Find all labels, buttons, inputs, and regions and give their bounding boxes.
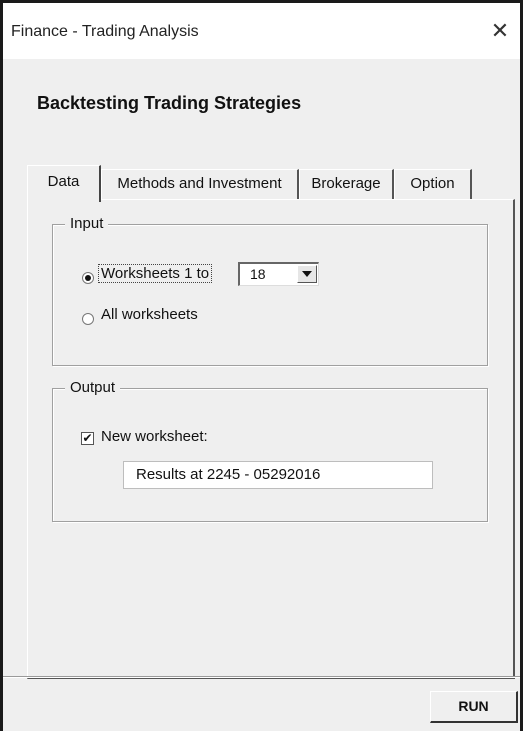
all-worksheets-radio[interactable] [82,313,94,325]
checkmark-icon: ✔ [82,431,93,445]
new-worksheet-checkbox[interactable]: ✔ [81,432,94,445]
output-group-legend: Output [65,379,121,396]
tab-panel-data: Input Worksheets 1 to 18 All worksheets … [27,199,515,679]
close-button[interactable]: ✕ [486,17,514,45]
worksheets-range-label[interactable]: Worksheets 1 to [97,264,213,283]
new-worksheet-label[interactable]: New worksheet: [101,428,208,445]
output-groupbox: Output ✔ New worksheet: Results at 2245 … [52,379,488,522]
title-bar: Finance - Trading Analysis ✕ [3,3,520,59]
footer-divider [3,676,520,678]
worksheets-range-label-text: Worksheets 1 to [97,264,213,283]
dialog-window: Finance - Trading Analysis ✕ Backtesting… [0,0,523,731]
input-group-legend: Input [65,215,109,232]
run-button[interactable]: RUN [430,691,518,723]
input-groupbox: Input Worksheets 1 to 18 All worksheets [52,215,488,366]
worksheet-count-value: 18 [250,266,266,282]
tab-data[interactable]: Data [27,165,101,202]
chevron-down-icon[interactable] [297,265,317,283]
tab-option[interactable]: Option [394,169,472,199]
window-title: Finance - Trading Analysis [11,23,199,40]
close-icon: ✕ [490,18,510,43]
result-name-input[interactable]: Results at 2245 - 05292016 [123,461,433,489]
worksheet-count-dropdown[interactable]: 18 [238,262,319,286]
worksheets-range-radio[interactable] [82,272,94,284]
all-worksheets-label[interactable]: All worksheets [101,306,198,323]
dialog-heading: Backtesting Trading Strategies [37,93,302,113]
tab-brokerage[interactable]: Brokerage [299,169,394,199]
tab-methods-and-investment[interactable]: Methods and Investment [101,169,299,199]
